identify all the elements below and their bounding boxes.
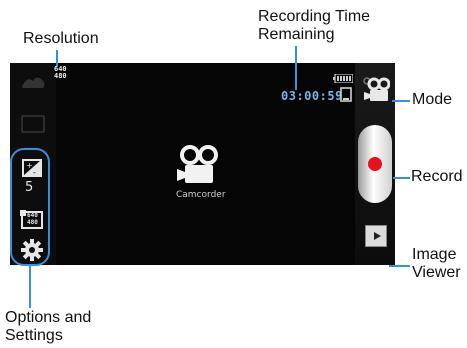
options-settings-highlight <box>10 148 50 266</box>
callout-recording-time: Recording Time Remaining <box>258 8 371 43</box>
leader-resolution <box>56 50 58 66</box>
flash-icon[interactable] <box>19 73 47 93</box>
time-remaining: 03:00:59 <box>281 89 343 103</box>
storage-icon <box>340 87 352 103</box>
callout-options-settings: Options and Settings <box>5 309 92 344</box>
callout-mode: Mode <box>412 91 453 108</box>
play-icon <box>374 232 381 240</box>
callout-record: Record <box>411 168 463 185</box>
record-button[interactable] <box>358 125 392 203</box>
callout-image-viewer: Image Viewer <box>412 246 461 281</box>
leader-image-viewer <box>389 265 410 267</box>
mode-camcorder-icon[interactable] <box>362 76 391 102</box>
resolution-badge: 640 480 <box>54 65 67 80</box>
callout-resolution: Resolution <box>23 30 99 47</box>
leader-record <box>393 177 410 179</box>
battery-icon <box>333 70 354 84</box>
leader-mode <box>392 100 410 102</box>
leader-recording-time <box>295 46 297 90</box>
shooting-mode-icon[interactable] <box>21 115 45 133</box>
leader-options <box>29 266 31 308</box>
camcorder-icon <box>177 145 223 185</box>
camcorder-label: Camcorder <box>176 190 226 200</box>
record-dot-icon <box>368 157 382 171</box>
right-control-bar <box>355 63 395 265</box>
image-viewer-button[interactable] <box>365 225 387 247</box>
